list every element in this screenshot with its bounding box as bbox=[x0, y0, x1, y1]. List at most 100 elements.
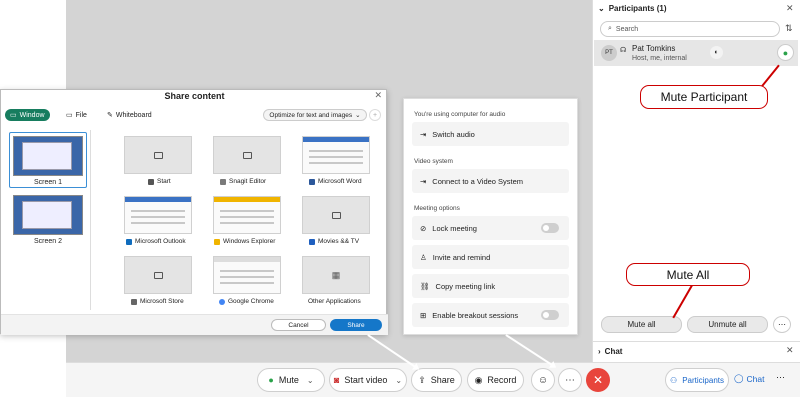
mute-button[interactable]: ● Mute ⌄ bbox=[257, 368, 325, 392]
toolbar-share-button[interactable]: ⇪ Share bbox=[411, 368, 462, 392]
app-label: Start bbox=[148, 178, 171, 185]
people-icon: ⚇ bbox=[670, 375, 678, 385]
close-icon[interactable]: ✕ bbox=[374, 90, 382, 101]
sort-icon[interactable]: ⇅ bbox=[785, 23, 793, 34]
invite-remind-item[interactable]: ♙ Invite and remind bbox=[412, 245, 569, 269]
audio-section-label: You're using computer for audio bbox=[414, 111, 506, 118]
screen-2-label: Screen 2 bbox=[33, 238, 63, 245]
record-icon: ◉ bbox=[474, 374, 483, 385]
window-icon bbox=[153, 151, 163, 159]
app-explorer-tile[interactable] bbox=[213, 196, 281, 234]
copy-link-item[interactable]: ⛓ Copy meeting link bbox=[412, 274, 569, 298]
chat-title: Chat bbox=[604, 347, 623, 356]
mute-all-button[interactable]: Mute all bbox=[601, 316, 682, 333]
lock-meeting-toggle[interactable] bbox=[541, 223, 559, 233]
video-section-label: Video system bbox=[414, 158, 453, 165]
screen-2-thumbnail[interactable] bbox=[13, 195, 83, 235]
person-icon: ♙ bbox=[420, 252, 427, 262]
participants-toggle-button[interactable]: ⚇ Participants bbox=[665, 368, 729, 392]
close-icon[interactable]: ✕ bbox=[786, 3, 794, 14]
app-label: Windows Explorer bbox=[214, 238, 275, 245]
lock-icon: ⊘ bbox=[420, 223, 427, 233]
switch-audio-icon: ⇥ bbox=[420, 129, 427, 139]
share-status-icon: ◐ bbox=[710, 46, 723, 59]
mute-participant-callout: Mute Participant bbox=[640, 85, 768, 109]
participants-title: Participants (1) bbox=[608, 4, 667, 13]
app-label: Microsoft Word bbox=[309, 178, 362, 185]
start-video-button[interactable]: ◙ Start video ⌄ bbox=[329, 368, 407, 392]
app-movies-tile[interactable] bbox=[302, 196, 370, 234]
chat-toggle-button[interactable]: ◯ Chat bbox=[734, 373, 764, 384]
app-start-tile[interactable] bbox=[124, 136, 192, 174]
app-snagit-tile[interactable] bbox=[213, 136, 281, 174]
cancel-button[interactable]: Cancel bbox=[271, 319, 326, 331]
screens-list: Screen 1 Screen 2 bbox=[5, 130, 91, 310]
app-label: Movies && TV bbox=[309, 238, 359, 245]
outlook-icon bbox=[126, 238, 132, 245]
window-icon bbox=[242, 151, 252, 159]
app-chrome-tile[interactable] bbox=[213, 256, 281, 294]
share-label: Share bbox=[430, 375, 455, 385]
mic-icon: ● bbox=[782, 47, 789, 58]
switch-audio-item[interactable]: ⇥ Switch audio bbox=[412, 122, 569, 146]
chat-icon: ◯ bbox=[734, 373, 744, 383]
app-label: Snagit Editor bbox=[220, 178, 266, 185]
connect-video-item[interactable]: ⇥ Connect to a Video System bbox=[412, 169, 569, 193]
options-section-label: Meeting options bbox=[414, 205, 460, 212]
mute-all-callout: Mute All bbox=[626, 263, 750, 286]
mute-label: Mute bbox=[278, 375, 299, 385]
app-word-tile[interactable] bbox=[302, 136, 370, 174]
app-store-tile[interactable] bbox=[124, 256, 192, 294]
avatar: PT bbox=[601, 45, 617, 61]
chevron-down-icon: ⌄ bbox=[395, 375, 403, 385]
window-icon bbox=[331, 211, 341, 219]
participant-mic-button[interactable]: ● bbox=[777, 44, 794, 61]
link-icon: ⛓ bbox=[420, 281, 430, 291]
app-outlook-tile[interactable] bbox=[124, 196, 192, 234]
participant-search-input[interactable]: ⌕ Search bbox=[600, 21, 780, 37]
window-icon bbox=[153, 271, 163, 279]
chrome-icon bbox=[219, 298, 225, 305]
app-other-tile[interactable]: ▦ bbox=[302, 256, 370, 294]
optimize-settings-button[interactable]: + bbox=[369, 109, 381, 121]
chevron-down-icon: ⌄ bbox=[306, 375, 314, 385]
tab-window[interactable]: ▭ Window bbox=[5, 109, 50, 121]
pencil-icon: ✎ bbox=[107, 112, 113, 119]
breakout-item[interactable]: ⊞ Enable breakout sessions bbox=[412, 303, 569, 327]
connect-icon: ⇥ bbox=[420, 176, 427, 186]
tab-label: Window bbox=[19, 111, 45, 119]
participant-role: Host, me, internal bbox=[632, 55, 687, 62]
more-icon[interactable]: ⋯ bbox=[773, 316, 791, 333]
tab-file[interactable]: ▭ File bbox=[61, 109, 92, 121]
optimize-label: Optimize for text and images bbox=[269, 111, 353, 119]
store-icon bbox=[131, 298, 137, 305]
snagit-icon bbox=[220, 178, 226, 185]
end-call-button[interactable]: ✕ bbox=[586, 368, 610, 392]
lock-meeting-item[interactable]: ⊘ Lock meeting bbox=[412, 216, 569, 240]
more-options-button[interactable]: ⋯ bbox=[558, 368, 582, 392]
grid-icon: ▦ bbox=[331, 269, 341, 280]
record-button[interactable]: ◉ Record bbox=[467, 368, 524, 392]
close-icon[interactable]: ✕ bbox=[786, 345, 794, 356]
file-icon: ▭ bbox=[66, 112, 73, 119]
share-button[interactable]: Share bbox=[330, 319, 382, 331]
optimize-dropdown[interactable]: Optimize for text and images ⌄ bbox=[263, 109, 367, 121]
tab-whiteboard[interactable]: ✎ Whiteboard bbox=[102, 109, 157, 121]
dialog-title: Share content bbox=[164, 91, 225, 101]
screen-1-thumbnail[interactable] bbox=[13, 136, 83, 176]
participants-header[interactable]: ⌄ Participants (1) bbox=[598, 4, 667, 13]
share-icon: ⇪ bbox=[418, 374, 426, 385]
start-video-label: Start video bbox=[344, 375, 388, 385]
windows-icon bbox=[148, 178, 154, 185]
search-icon: ⌕ bbox=[608, 25, 612, 32]
breakout-toggle[interactable] bbox=[541, 310, 559, 320]
movies-icon bbox=[309, 238, 315, 245]
more-icon: ⋯ bbox=[565, 374, 575, 386]
more-icon[interactable]: ⋯ bbox=[776, 372, 785, 383]
reactions-button[interactable]: ☺ bbox=[531, 368, 555, 392]
chat-title-row: › Chat bbox=[598, 347, 622, 356]
folder-icon bbox=[214, 238, 220, 245]
unmute-all-button[interactable]: Unmute all bbox=[687, 316, 768, 333]
chat-header[interactable] bbox=[592, 341, 800, 362]
record-label: Record bbox=[487, 375, 517, 385]
